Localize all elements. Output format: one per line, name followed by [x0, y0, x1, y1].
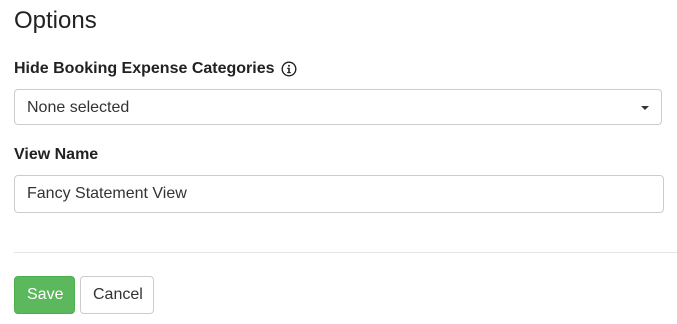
cancel-button[interactable]: Cancel	[80, 276, 154, 314]
save-button[interactable]: Save	[14, 276, 75, 314]
info-circle-icon[interactable]	[281, 61, 297, 77]
expense-categories-select[interactable]: None selected	[14, 89, 662, 125]
form-divider	[14, 252, 677, 253]
expense-categories-label: Hide Booking Expense Categories	[14, 59, 297, 79]
expense-categories-label-text: Hide Booking Expense Categories	[14, 60, 275, 77]
page-title: Options	[14, 7, 97, 34]
view-name-input[interactable]	[14, 175, 664, 213]
view-name-label: View Name	[14, 146, 99, 163]
caret-down-icon	[641, 106, 649, 110]
expense-categories-selected-value: None selected	[27, 99, 130, 116]
